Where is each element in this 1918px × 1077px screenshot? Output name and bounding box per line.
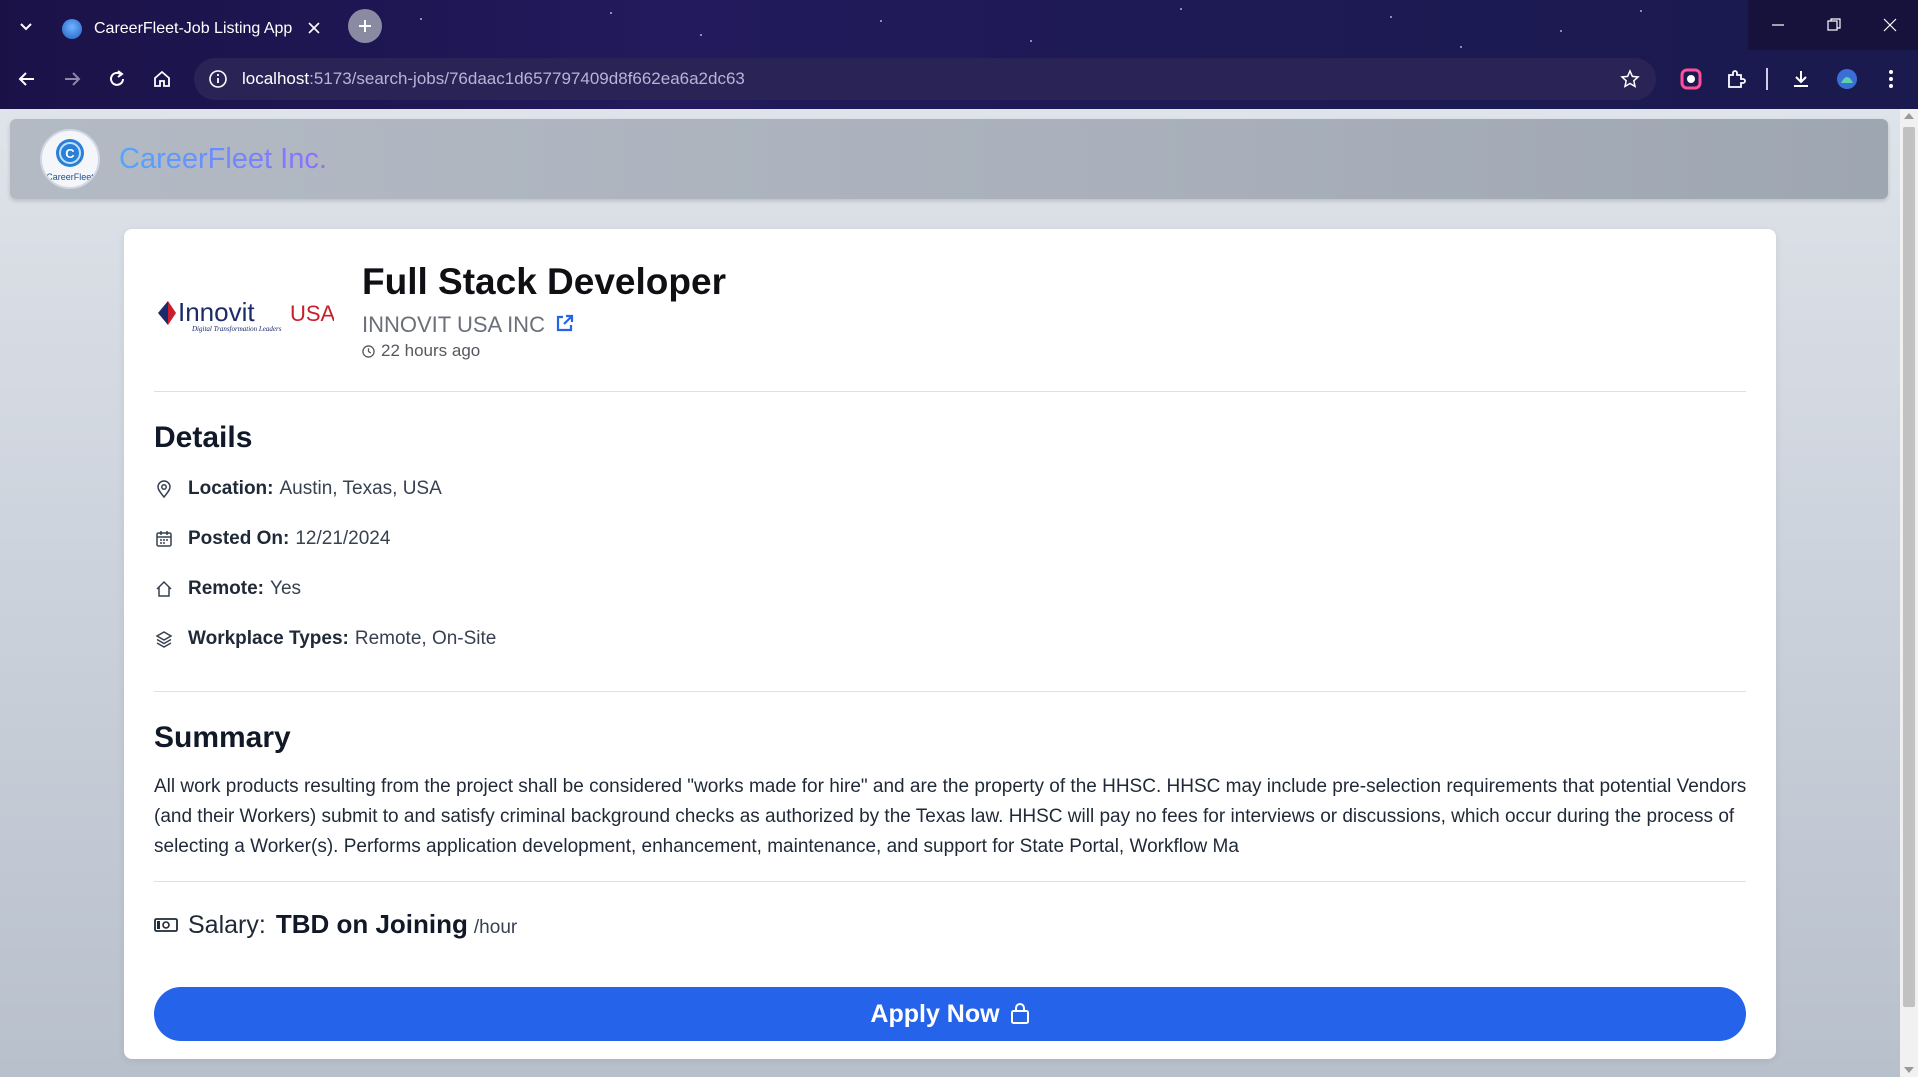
more-vertical-icon: [1889, 70, 1893, 88]
clock-icon: [362, 344, 375, 358]
minimize-icon: [1772, 24, 1784, 26]
reload-button[interactable]: [100, 62, 134, 96]
close-icon: [1883, 18, 1897, 32]
money-bill-icon: [154, 917, 178, 932]
plus-icon: [359, 20, 371, 32]
company-logo: Innovit USA Digital Transformation Leade…: [154, 289, 336, 339]
site-info-button[interactable]: [206, 67, 230, 91]
detail-location: Location: Austin, Texas, USA: [154, 478, 442, 500]
arrow-left-icon: [18, 72, 34, 86]
puzzle-icon: [1728, 70, 1746, 88]
star-icon: [1620, 69, 1640, 88]
url-path: :5173/search-jobs/76daac1d657797409d8f66…: [309, 69, 745, 88]
layers-icon: [154, 629, 174, 649]
brand-name[interactable]: CareerFleet Inc.: [119, 143, 327, 176]
page-scrollbar[interactable]: [1900, 109, 1918, 1077]
bookmark-button[interactable]: [1618, 67, 1642, 91]
summary-heading: Summary: [154, 721, 291, 754]
details-divider: [154, 691, 1746, 692]
svg-text:USA: USA: [290, 301, 334, 326]
details-heading: Details: [154, 421, 253, 454]
location-value: Austin, Texas, USA: [279, 478, 442, 499]
browser-tab[interactable]: CareerFleet-Job Listing App: [48, 6, 334, 51]
job-title: Full Stack Developer: [362, 261, 726, 302]
browser-chrome: CareerFleet-Job Listing App localhost :5…: [0, 0, 1918, 109]
svg-text:CareerFleet: CareerFleet: [46, 172, 94, 182]
profile-button[interactable]: [1832, 64, 1862, 94]
detail-posted-on: Posted On: 12/21/2024: [154, 528, 390, 550]
detail-remote: Remote: Yes: [154, 578, 301, 600]
header-divider: [154, 391, 1746, 392]
workplace-types-value: Remote, On-Site: [354, 628, 497, 649]
tab-search-button[interactable]: [14, 14, 38, 38]
chevron-down-icon: [20, 23, 32, 31]
remote-label: Remote:: [188, 578, 265, 599]
map-pin-icon: [154, 479, 174, 499]
innovit-logo-icon: Innovit USA Digital Transformation Leade…: [158, 297, 336, 333]
calendar-icon: [154, 529, 174, 549]
company-row: INNOVIT USA INC: [362, 312, 575, 338]
extension-button[interactable]: [1676, 64, 1706, 94]
info-icon: [209, 70, 227, 88]
new-tab-button[interactable]: [348, 9, 382, 43]
scroll-thumb[interactable]: [1903, 127, 1915, 1007]
site-navbar: C CareerFleet CareerFleet Inc.: [10, 119, 1888, 199]
download-icon: [1794, 71, 1808, 87]
avatar-icon: [1837, 69, 1857, 89]
close-icon: [308, 22, 320, 34]
tab-title: CareerFleet-Job Listing App: [94, 19, 293, 37]
address-bar[interactable]: localhost :5173/search-jobs/76daac1d6577…: [194, 58, 1656, 100]
summary-text: All work products resulting from the pro…: [154, 776, 1747, 857]
browser-menu-button[interactable]: [1876, 64, 1906, 94]
forward-button[interactable]: [55, 62, 89, 96]
scroll-down-arrow-icon[interactable]: [1904, 1067, 1914, 1073]
close-window-button[interactable]: [1862, 0, 1918, 50]
svg-text:Digital Transformation Leaders: Digital Transformation Leaders: [191, 325, 282, 333]
reload-icon: [110, 70, 124, 86]
back-button[interactable]: [10, 62, 44, 96]
careerfleet-logo-icon: C CareerFleet: [46, 139, 94, 182]
page-viewport: C CareerFleet CareerFleet Inc. Innovit U…: [0, 109, 1900, 1077]
external-link-icon: [556, 314, 574, 331]
brand-logo[interactable]: C CareerFleet: [40, 129, 100, 189]
posted-on-value: 12/21/2024: [295, 528, 391, 549]
detail-workplace-types: Workplace Types: Remote, On-Site: [154, 628, 496, 650]
posted-time-row: 22 hours ago: [362, 341, 480, 361]
home-icon: [154, 579, 174, 599]
svg-text:C: C: [65, 146, 75, 161]
apply-now-button[interactable]: Apply Now: [154, 987, 1746, 1041]
extensions-menu-button[interactable]: [1721, 64, 1751, 94]
salary-unit: /hour: [473, 917, 518, 938]
company-name: INNOVIT USA INC: [362, 312, 545, 337]
apply-now-label: Apply Now: [870, 999, 1000, 1028]
downloads-button[interactable]: [1786, 64, 1816, 94]
home-icon: [154, 70, 170, 87]
shopping-bag-icon: [1010, 1003, 1029, 1024]
restore-icon: [1827, 18, 1841, 31]
workplace-types-label: Workplace Types:: [188, 628, 349, 649]
salary-label: Salary:: [188, 911, 266, 939]
tab-favicon-icon: [62, 18, 82, 39]
url-host: localhost: [242, 69, 310, 88]
svg-text:Innovit: Innovit: [178, 297, 255, 327]
posted-on-label: Posted On:: [188, 528, 290, 549]
extension-colorful-icon: [1680, 68, 1702, 90]
scroll-up-arrow-icon[interactable]: [1904, 113, 1914, 119]
summary-divider: [154, 881, 1746, 882]
restore-button[interactable]: [1806, 0, 1862, 50]
external-link-button[interactable]: [555, 313, 575, 338]
tab-close-button[interactable]: [304, 18, 324, 38]
remote-value: Yes: [270, 578, 302, 599]
home-button[interactable]: [145, 62, 179, 96]
posted-ago: 22 hours ago: [381, 341, 481, 360]
toolbar-separator: [1766, 68, 1768, 90]
location-label: Location:: [188, 478, 274, 499]
job-detail-card: Innovit USA Digital Transformation Leade…: [124, 229, 1776, 1059]
minimize-button[interactable]: [1750, 0, 1806, 50]
salary-row: Salary: TBD on Joining /hour: [154, 909, 517, 940]
arrow-right-icon: [65, 72, 81, 86]
salary-value: TBD on Joining: [275, 909, 468, 939]
